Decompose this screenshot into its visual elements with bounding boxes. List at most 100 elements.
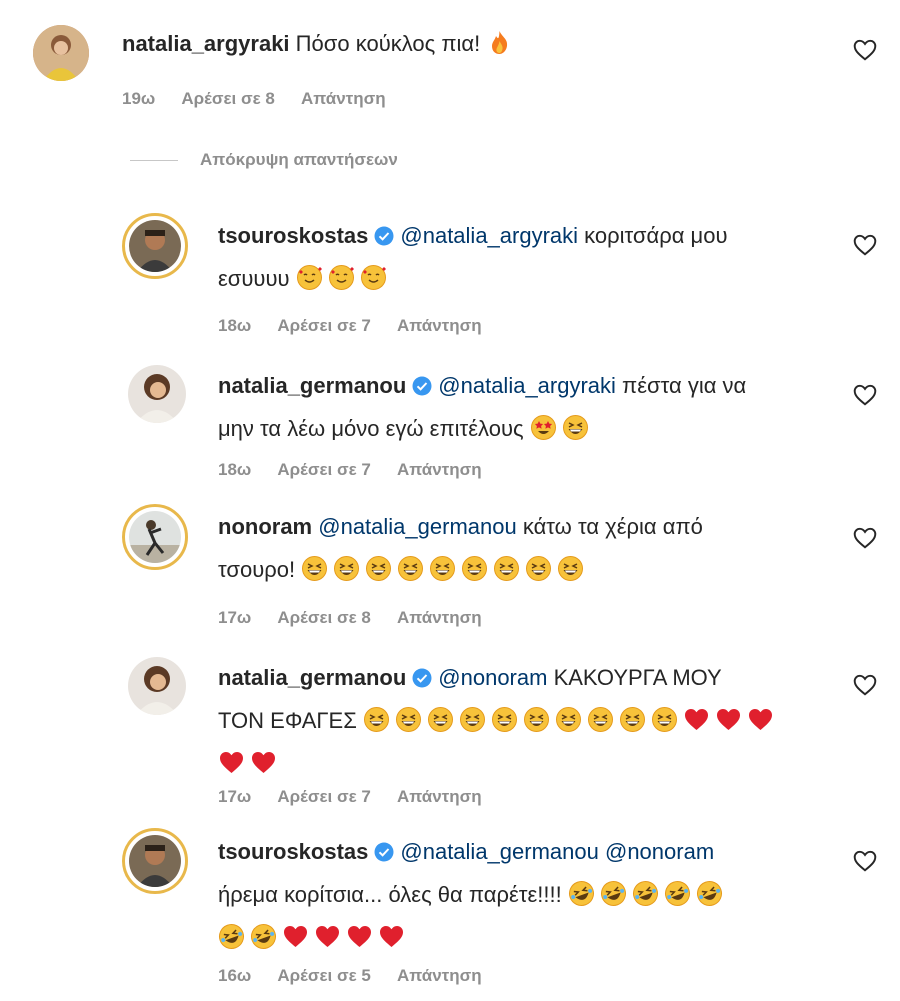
rofl-emoji-icon [664, 878, 691, 906]
comment-likes-count[interactable]: Αρέσει σε 8 [277, 608, 370, 627]
grinning-squinting-emoji-icon [427, 704, 454, 732]
fire-emoji-icon [486, 27, 513, 54]
comment-time: 19ω [122, 89, 156, 108]
divider-line [130, 159, 178, 161]
grinning-squinting-emoji-icon [459, 704, 486, 732]
grinning-squinting-emoji-icon [587, 704, 614, 732]
red-heart-emoji-icon [346, 921, 373, 948]
comment-text-line2: τσουρο! [218, 557, 296, 582]
like-heart-icon[interactable] [852, 525, 878, 551]
comment-time: 17ω [218, 608, 252, 627]
reply-button[interactable]: Απάντηση [301, 89, 386, 108]
comment-username[interactable]: natalia_germanou [218, 665, 406, 690]
smiling-face-hearts-emoji-icon [328, 262, 355, 290]
grinning-squinting-emoji-icon [397, 553, 424, 581]
avatar[interactable] [122, 504, 188, 570]
rofl-emoji-icon [696, 878, 723, 906]
grinning-squinting-emoji-icon [493, 553, 520, 581]
grinning-squinting-emoji-icon [363, 704, 390, 732]
mention-link[interactable]: @nonoram [605, 839, 714, 864]
comment-time: 16ω [218, 966, 252, 985]
grinning-squinting-emoji-icon [557, 553, 584, 581]
reply-button[interactable]: Απάντηση [397, 787, 482, 806]
mention-link[interactable]: @natalia_germanou [318, 514, 516, 539]
mention-link[interactable]: @natalia_argyraki [400, 223, 578, 248]
reply-item: tsouroskostas @natalia_germanou @nonoram … [0, 828, 900, 1001]
like-heart-icon[interactable] [852, 672, 878, 698]
red-heart-emoji-icon [250, 747, 277, 774]
like-heart-icon[interactable] [852, 37, 878, 63]
star-struck-emoji-icon [530, 412, 557, 440]
grinning-squinting-emoji-icon [619, 704, 646, 732]
avatar[interactable] [128, 365, 186, 423]
reply-button[interactable]: Απάντηση [397, 316, 482, 335]
like-heart-icon[interactable] [852, 232, 878, 258]
comment-username[interactable]: tsouroskostas [218, 839, 368, 864]
avatar[interactable] [122, 213, 188, 279]
grinning-squinting-emoji-icon [333, 553, 360, 581]
mention-link[interactable]: @natalia_argyraki [438, 373, 616, 398]
reply-item: natalia_germanou @natalia_argyraki πέστα … [0, 355, 900, 495]
grinning-squinting-emoji-icon [555, 704, 582, 732]
reply-button[interactable]: Απάντηση [397, 966, 482, 985]
reply-item: nonoram @natalia_germanou κάτω τα χέρια … [0, 500, 900, 640]
verified-badge-icon [374, 217, 394, 246]
mention-link[interactable]: @natalia_germanou [400, 839, 598, 864]
comment-likes-count[interactable]: Αρέσει σε 8 [181, 89, 274, 108]
comment-username[interactable]: nonoram [218, 514, 312, 539]
grinning-squinting-emoji-icon [395, 704, 422, 732]
mention-link[interactable]: @nonoram [438, 665, 547, 690]
like-heart-icon[interactable] [852, 848, 878, 874]
grinning-squinting-emoji-icon [562, 412, 589, 440]
grinning-squinting-emoji-icon [651, 704, 678, 732]
rofl-emoji-icon [568, 878, 595, 906]
comment-text: ΚΑΚΟΥΡΓΑ ΜΟΥ [547, 665, 722, 690]
red-heart-emoji-icon [218, 747, 245, 774]
red-heart-emoji-icon [282, 921, 309, 948]
hide-replies-toggle[interactable]: Απόκρυψη απαντήσεων [130, 150, 398, 170]
grinning-squinting-emoji-icon [301, 553, 328, 581]
comment-text: Πόσο κούκλος πια! [295, 31, 481, 56]
comment-likes-count[interactable]: Αρέσει σε 7 [277, 787, 370, 806]
red-heart-emoji-icon [378, 921, 405, 948]
comment-text: κοριτσάρα μου [578, 223, 728, 248]
grinning-squinting-emoji-icon [365, 553, 392, 581]
like-heart-icon[interactable] [852, 382, 878, 408]
reply-button[interactable]: Απάντηση [397, 460, 482, 479]
smiling-face-hearts-emoji-icon [360, 262, 387, 290]
grinning-squinting-emoji-icon [491, 704, 518, 732]
grinning-squinting-emoji-icon [523, 704, 550, 732]
rofl-emoji-icon [632, 878, 659, 906]
avatar[interactable] [122, 828, 188, 894]
grinning-squinting-emoji-icon [429, 553, 456, 581]
comments-thread: natalia_argyraki Πόσο κούκλος πια! 19ω Α… [0, 0, 900, 1001]
comment-text: πέστα για να [615, 373, 747, 398]
comment-text: κάτω τα χέρια από [516, 514, 703, 539]
comment-time: 17ω [218, 787, 252, 806]
grinning-squinting-emoji-icon [525, 553, 552, 581]
comment-time: 18ω [218, 316, 252, 335]
verified-badge-icon [374, 833, 394, 862]
comment-username[interactable]: natalia_argyraki [122, 31, 290, 56]
comment-likes-count[interactable]: Αρέσει σε 7 [277, 316, 370, 335]
red-heart-emoji-icon [314, 921, 341, 948]
red-heart-emoji-icon [747, 704, 774, 731]
comment-item: natalia_argyraki Πόσο κούκλος πια! 19ω Α… [0, 0, 900, 130]
verified-badge-icon [412, 659, 432, 688]
grinning-squinting-emoji-icon [461, 553, 488, 581]
comment-text-line2: ήρεμα κορίτσια... όλες θα παρέτε!!!! [218, 882, 562, 907]
smiling-face-hearts-emoji-icon [296, 262, 323, 290]
comment-username[interactable]: natalia_germanou [218, 373, 406, 398]
rofl-emoji-icon [218, 921, 245, 949]
comment-username[interactable]: tsouroskostas [218, 223, 368, 248]
verified-badge-icon [412, 367, 432, 396]
comment-text-line2: ΤΟΝ ΕΦΑΓΕΣ [218, 708, 357, 733]
avatar[interactable] [33, 25, 89, 81]
avatar[interactable] [128, 657, 186, 715]
comment-text-line2: μην τα λέω μόνο εγώ επιτέλους [218, 416, 524, 441]
red-heart-emoji-icon [715, 704, 742, 731]
comment-likes-count[interactable]: Αρέσει σε 5 [277, 966, 370, 985]
comment-likes-count[interactable]: Αρέσει σε 7 [277, 460, 370, 479]
reply-button[interactable]: Απάντηση [397, 608, 482, 627]
rofl-emoji-icon [600, 878, 627, 906]
